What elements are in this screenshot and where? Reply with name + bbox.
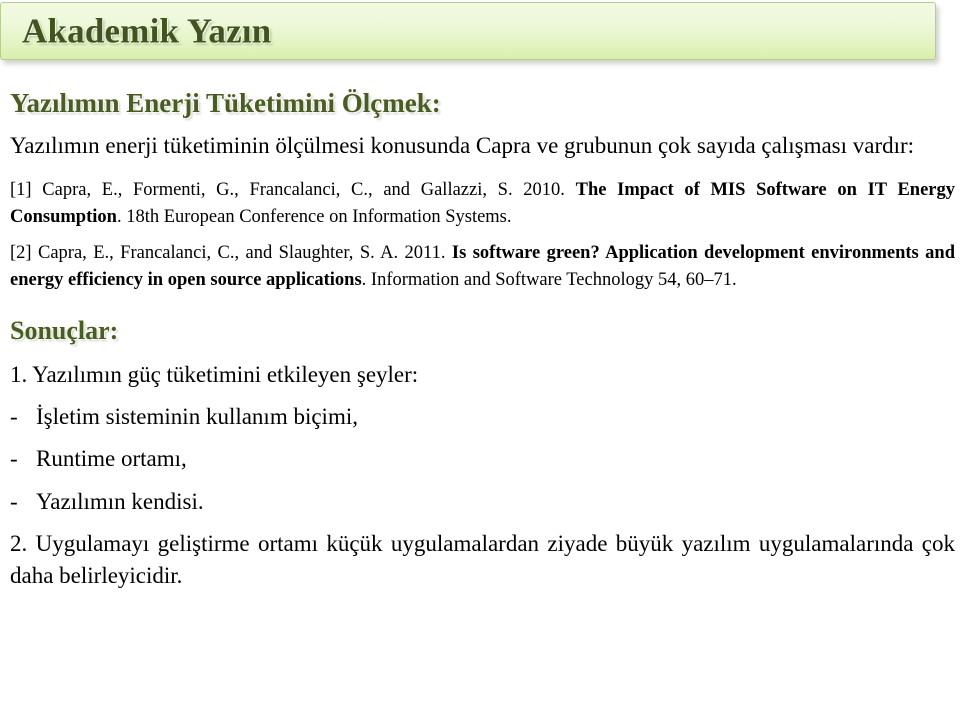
reference-title-period: . bbox=[116, 206, 122, 227]
reference-title-period: . bbox=[361, 270, 367, 291]
reference-authors: Capra, E., Formenti, G., Francalanci, C.… bbox=[42, 179, 565, 200]
result-item-2: 2. Uygulamayı geliştirme ortamı küçük uy… bbox=[10, 528, 955, 592]
dash-bullet-icon: - bbox=[10, 404, 18, 430]
slide-title-banner: Akademik Yazın bbox=[0, 2, 936, 60]
result-sub-item-3: - Yazılımın kendisi. bbox=[10, 486, 955, 518]
dash-bullet-icon: - bbox=[10, 488, 18, 514]
reference-source: Information and Software Technology 54, … bbox=[370, 270, 737, 291]
result-text: Uygulamayı geliştirme ortamı küçük uygul… bbox=[10, 530, 955, 588]
result-text: Yazılımın güç tüketimini etkileyen şeyle… bbox=[32, 361, 419, 387]
page-title: Akademik Yazın bbox=[22, 11, 272, 51]
reference-source: 18th European Conference on Information … bbox=[126, 206, 512, 227]
slide-content: Yazılımın Enerji Tüketimini Ölçmek: Yazı… bbox=[10, 88, 955, 592]
result-number: 2. bbox=[10, 530, 28, 556]
result-item-1: 1. Yazılımın güç tüketimini etkileyen şe… bbox=[10, 359, 955, 391]
section-subtitle: Yazılımın Enerji Tüketimini Ölçmek: bbox=[10, 88, 441, 118]
reference-marker: [2] bbox=[10, 242, 32, 263]
dash-bullet-icon: - bbox=[10, 446, 18, 472]
result-sub-item-1: - İşletim sisteminin kullanım biçimi, bbox=[10, 401, 955, 433]
result-sub-item-2: - Runtime ortamı, bbox=[10, 443, 955, 475]
result-sub-text: Runtime ortamı, bbox=[36, 446, 187, 472]
reference-item-2: [2] Capra, E., Francalanci, C., and Slau… bbox=[10, 240, 955, 294]
reference-authors: Capra, E., Francalanci, C., and Slaughte… bbox=[38, 242, 446, 263]
reference-item-1: [1] Capra, E., Formenti, G., Francalanci… bbox=[10, 177, 955, 231]
result-sub-text: Yazılımın kendisi. bbox=[36, 488, 204, 514]
result-number: 1. bbox=[10, 361, 28, 387]
lead-paragraph: Yazılımın enerji tüketiminin ölçülmesi k… bbox=[10, 132, 915, 158]
reference-marker: [1] bbox=[10, 179, 32, 200]
results-heading: Sonuçlar: bbox=[10, 316, 119, 346]
result-sub-text: İşletim sisteminin kullanım biçimi, bbox=[36, 404, 358, 430]
